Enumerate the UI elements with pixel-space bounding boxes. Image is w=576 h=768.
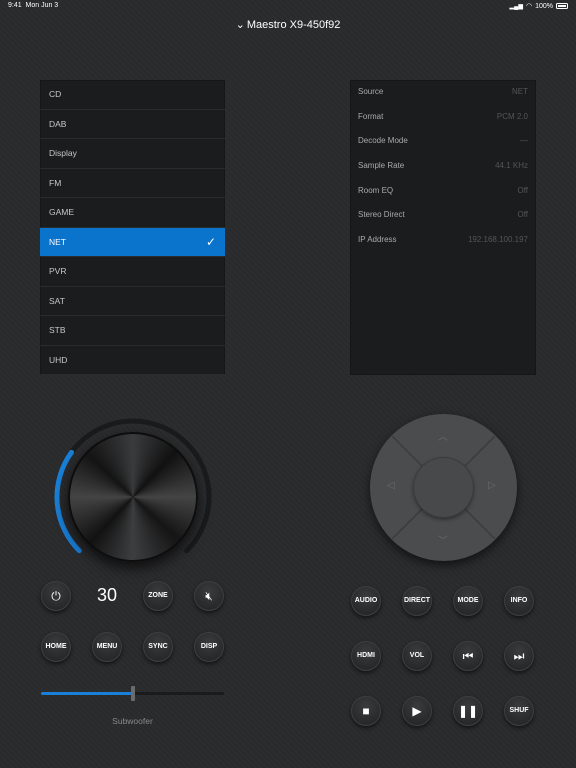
info-row: Sample Rate 44.1 KHz — [350, 154, 536, 179]
disp-button[interactable]: DISP — [194, 632, 224, 662]
source-item-label: NET — [49, 236, 66, 247]
info-value: 44.1 KHz — [495, 161, 528, 171]
source-item-fm[interactable]: FM — [40, 169, 225, 198]
pause-button[interactable]: ❚❚ — [453, 696, 483, 726]
mode-button[interactable]: MODE — [453, 586, 483, 616]
info-row: Format PCM 2.0 — [350, 105, 536, 130]
source-item-label: UHD — [49, 354, 68, 365]
audio-button[interactable]: AUDIO — [351, 586, 381, 616]
source-list: CD DAB Display FM GAME NET ✓ PVR SAT STB UHD — [40, 80, 225, 375]
play-icon: ▶︎ — [412, 704, 422, 718]
source-item-label: STB — [49, 325, 66, 335]
source-item-label: GAME — [49, 207, 75, 217]
status-indicators: ▂▄▆ ◠ 100% — [509, 2, 568, 10]
device-selector[interactable]: ⌄ Maestro X9-450f92 — [0, 18, 576, 31]
next-button[interactable]: ⏭︎ — [504, 641, 534, 671]
info-row: Room EQ Off — [350, 179, 536, 204]
power-icon: ⏻ — [51, 589, 61, 603]
direct-button[interactable]: DIRECT — [402, 586, 432, 616]
pause-icon: ❚❚ — [457, 704, 479, 718]
info-label: IP Address — [358, 235, 397, 245]
play-button[interactable]: ▶︎ — [402, 696, 432, 726]
source-item-label: FM — [49, 177, 62, 188]
source-item-cd[interactable]: CD — [40, 80, 225, 110]
dpad-down-icon[interactable]: ﹀ — [438, 532, 448, 547]
power-button[interactable]: ⏻ — [41, 581, 71, 611]
home-button[interactable]: HOME — [41, 632, 71, 662]
info-value: Off — [517, 210, 528, 220]
signal-icon: ▂▄▆ — [509, 3, 523, 10]
info-value: — — [520, 136, 528, 146]
source-item-pvr[interactable]: PVR — [40, 257, 225, 287]
info-row: Decode Mode — — [350, 129, 536, 154]
info-label: Source — [358, 87, 384, 96]
source-item-uhd[interactable]: UHD — [40, 346, 225, 375]
source-item-dab[interactable]: DAB — [40, 110, 225, 139]
subwoofer-slider-thumb[interactable] — [130, 686, 135, 701]
info-button[interactable]: INFO — [504, 586, 534, 616]
dpad-right-icon[interactable]: ▷ — [488, 480, 496, 491]
stop-button[interactable]: ■ — [351, 696, 381, 726]
hdmi-button[interactable]: HDMI — [351, 641, 381, 671]
menu-button[interactable]: MENU — [92, 632, 122, 662]
subwoofer-slider-fill — [41, 692, 133, 695]
checkmark-icon: ✓ — [205, 234, 216, 249]
status-time: 9:41 — [8, 2, 22, 9]
info-panel: Source NET Format PCM 2.0 Decode Mode — Sample… — [350, 80, 536, 375]
dpad-ok-button[interactable] — [414, 458, 473, 517]
status-time-date: 9:41 Mon Jun 3 — [8, 2, 58, 9]
subwoofer-label: Subwoofer — [112, 716, 153, 726]
vol-button[interactable]: VOL — [402, 641, 432, 671]
info-label: Stereo Direct — [358, 210, 405, 220]
subwoofer-slider[interactable] — [41, 686, 224, 701]
battery-percent: 100% — [535, 2, 553, 10]
info-value: NET — [512, 87, 528, 96]
skip-back-icon: ⏮︎ — [462, 649, 474, 663]
mute-button[interactable]: 🔇︎ — [194, 581, 224, 611]
info-label: Decode Mode — [358, 136, 408, 146]
skip-forward-icon: ⏭︎ — [513, 649, 525, 663]
volume-value: 30 — [96, 585, 118, 605]
source-item-stb[interactable]: STB — [40, 316, 225, 346]
info-label: Format — [358, 111, 384, 121]
shuffle-button[interactable]: SHUF — [504, 696, 534, 726]
source-item-game[interactable]: GAME — [40, 198, 225, 228]
info-value: PCM 2.0 — [496, 111, 528, 121]
zone-button[interactable]: ZONE — [143, 581, 173, 611]
status-bar: 9:41 Mon Jun 3 ▂▄▆ ◠ 100% — [0, 0, 576, 12]
source-item-label: SAT — [49, 295, 65, 306]
info-row: IP Address 192.168.100.197 — [350, 228, 536, 253]
source-item-net[interactable]: NET ✓ — [40, 227, 225, 257]
status-date: Mon Jun 3 — [25, 2, 59, 9]
dpad-up-icon[interactable]: ︿ — [438, 428, 448, 443]
source-item-label: PVR — [49, 266, 67, 276]
volume-knob-dial[interactable] — [68, 432, 198, 562]
info-row: Source NET — [350, 80, 536, 105]
source-item-label: CD — [49, 89, 62, 99]
info-row: Stereo Direct Off — [350, 203, 536, 228]
info-label: Sample Rate — [358, 161, 405, 171]
chevron-down-icon: ⌄ — [235, 19, 245, 31]
sync-button[interactable]: SYNC — [143, 632, 173, 662]
wifi-icon: ◠ — [525, 3, 533, 10]
source-item-label: DAB — [49, 118, 67, 129]
info-value: Off — [517, 185, 528, 195]
stop-icon: ■ — [362, 704, 370, 718]
battery-icon — [556, 3, 568, 9]
info-label: Room EQ — [358, 185, 394, 195]
volume-knob[interactable] — [53, 417, 213, 577]
source-item-sat[interactable]: SAT — [40, 287, 225, 316]
info-value: 192.168.100.197 — [467, 235, 528, 245]
previous-button[interactable]: ⏮︎ — [453, 641, 483, 671]
dpad-left-icon[interactable]: ◁ — [387, 480, 395, 491]
source-item-label: Display — [49, 148, 77, 158]
mute-icon: 🔇︎ — [205, 589, 213, 603]
device-title: Maestro X9-450f92 — [246, 19, 341, 31]
source-item-display[interactable]: Display — [40, 139, 225, 169]
direction-pad[interactable]: ︿ ﹀ ◁ ▷ — [370, 414, 517, 561]
